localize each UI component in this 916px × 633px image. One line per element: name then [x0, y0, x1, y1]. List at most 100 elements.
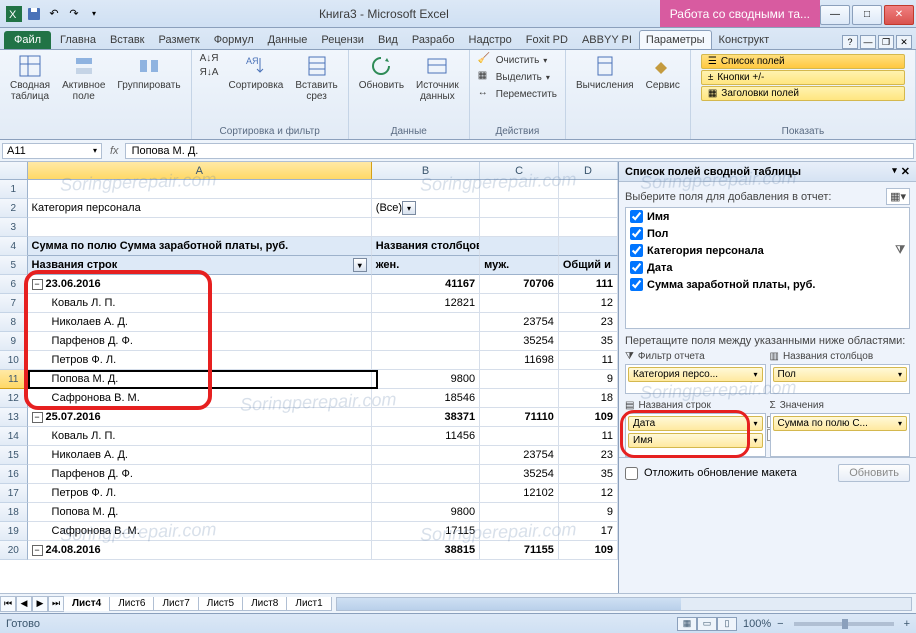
horizontal-scrollbar[interactable] — [336, 597, 912, 611]
cell[interactable]: −23.06.2016 — [28, 275, 372, 294]
cell[interactable] — [480, 427, 559, 446]
sheet-tab[interactable]: Лист6 — [109, 597, 154, 611]
row-header[interactable]: 12 — [0, 389, 28, 408]
slicer-button[interactable]: Вставить срез — [291, 52, 341, 104]
sheet-tab[interactable]: Лист7 — [153, 597, 198, 611]
field-list-dropdown[interactable]: ▾ — [892, 165, 897, 178]
buttons-toggle[interactable]: ±Кнопки +/- — [701, 70, 905, 85]
cell[interactable] — [480, 294, 559, 313]
sort-asc-button[interactable]: А↓Я — [198, 52, 221, 65]
sheet-nav-next[interactable]: ▶ — [32, 596, 48, 612]
cell[interactable]: муж. — [480, 256, 559, 275]
undo-icon[interactable]: ↶ — [46, 6, 62, 22]
cell[interactable] — [480, 237, 559, 256]
cell[interactable] — [372, 218, 480, 237]
field-item[interactable]: Категория персонала⧩ — [626, 242, 909, 259]
collapse-button[interactable]: − — [32, 545, 43, 556]
cell[interactable]: 11 — [559, 427, 618, 446]
tab-layout[interactable]: Разметк — [152, 30, 207, 49]
cell[interactable]: Названия столбцов▾ — [372, 237, 480, 256]
sheet-tab[interactable]: Лист4 — [63, 597, 110, 611]
cell[interactable]: 11698 — [480, 351, 559, 370]
cell[interactable]: Сафронова В. М. — [28, 522, 372, 541]
tab-abbyy[interactable]: ABBYY PI — [575, 30, 639, 49]
help-button[interactable]: ? — [842, 35, 858, 49]
collapse-button[interactable]: − — [32, 412, 43, 423]
cell[interactable]: Николаев А. Д. — [28, 313, 372, 332]
cell[interactable]: 12 — [559, 484, 618, 503]
cell[interactable]: 17 — [559, 522, 618, 541]
field-list-close[interactable]: ✕ — [901, 165, 910, 178]
sheet-nav-prev[interactable]: ◀ — [16, 596, 32, 612]
cell[interactable]: Сумма по полю Сумма заработной платы, ру… — [28, 237, 372, 256]
cell[interactable] — [480, 389, 559, 408]
row-header[interactable]: 9 — [0, 332, 28, 351]
active-field-button[interactable]: Активное поле — [58, 52, 109, 104]
cell[interactable]: Общий и — [559, 256, 618, 275]
row-header[interactable]: 15 — [0, 446, 28, 465]
cell[interactable] — [480, 522, 559, 541]
cell[interactable]: Попова М. Д. — [28, 503, 372, 522]
row-header[interactable]: 17 — [0, 484, 28, 503]
tab-pivot-options[interactable]: Параметры — [639, 30, 712, 49]
cell[interactable] — [480, 199, 559, 218]
cell[interactable]: 12821 — [372, 294, 480, 313]
row-header[interactable]: 14 — [0, 427, 28, 446]
row-header[interactable]: 8 — [0, 313, 28, 332]
sheet-nav-last[interactable]: ⏭ — [48, 596, 64, 612]
chip-filter[interactable]: Категория персо...▾ — [628, 367, 763, 382]
cell[interactable]: 109 — [559, 541, 618, 560]
cell[interactable] — [28, 218, 372, 237]
cell[interactable]: Сафронова В. М. — [28, 389, 372, 408]
tab-addins[interactable]: Надстро — [462, 30, 519, 49]
cell[interactable]: 35254 — [480, 332, 559, 351]
cell[interactable]: −25.07.2016 — [28, 408, 372, 427]
tools-button[interactable]: Сервис — [642, 52, 684, 93]
values-area[interactable]: ΣЗначения Сумма по полю С...▾ — [770, 398, 911, 457]
cell[interactable]: 18546 — [372, 389, 480, 408]
group-button[interactable]: Группировать — [113, 52, 184, 93]
zoom-in[interactable]: + — [904, 618, 910, 630]
row-header[interactable]: 5 — [0, 256, 28, 275]
cell[interactable]: 38371 — [372, 408, 480, 427]
minimize-button[interactable]: — — [820, 5, 850, 25]
cell[interactable] — [559, 237, 618, 256]
filter-button[interactable]: ▾ — [353, 258, 367, 272]
fx-icon[interactable]: fx — [104, 145, 125, 157]
field-item[interactable]: Дата — [626, 259, 909, 276]
mdi-minimize[interactable]: — — [860, 35, 876, 49]
cell[interactable]: 11 — [559, 351, 618, 370]
redo-icon[interactable]: ↷ — [66, 6, 82, 22]
cell[interactable]: 71155 — [480, 541, 559, 560]
cell[interactable]: 109 — [559, 408, 618, 427]
close-button[interactable]: ✕ — [884, 5, 914, 25]
data-source-button[interactable]: Источник данных — [412, 52, 463, 104]
cell[interactable]: 23 — [559, 446, 618, 465]
col-header-A[interactable]: A — [28, 162, 372, 179]
col-header-B[interactable]: B — [372, 162, 480, 179]
cell[interactable]: 35 — [559, 465, 618, 484]
field-checkbox[interactable] — [630, 227, 643, 240]
view-page-break[interactable]: ▯ — [717, 617, 737, 631]
cell[interactable]: 12102 — [480, 484, 559, 503]
tab-view[interactable]: Вид — [371, 30, 405, 49]
field-list-toggle[interactable]: ☰Список полей — [701, 54, 905, 69]
cell[interactable] — [480, 218, 559, 237]
col-header-C[interactable]: C — [480, 162, 559, 179]
chip-value[interactable]: Сумма по полю С...▾ — [773, 416, 908, 431]
clear-button[interactable]: 🧹Очистить ▾ — [476, 52, 559, 68]
cell[interactable]: Николаев А. Д. — [28, 446, 372, 465]
chip-row-name[interactable]: Имя▾ — [628, 433, 763, 448]
cell[interactable]: жен. — [372, 256, 480, 275]
cell[interactable]: 11456 — [372, 427, 480, 446]
zoom-out[interactable]: − — [777, 618, 783, 630]
mdi-restore[interactable]: ❐ — [878, 35, 894, 49]
save-icon[interactable] — [26, 6, 42, 22]
cell[interactable] — [372, 351, 480, 370]
field-item[interactable]: Имя — [626, 208, 909, 225]
cell[interactable]: Категория персонала — [28, 199, 372, 218]
defer-checkbox[interactable] — [625, 467, 638, 480]
cell[interactable]: 12 — [559, 294, 618, 313]
cell[interactable]: Коваль Л. П. — [28, 427, 372, 446]
cell[interactable]: −24.08.2016 — [28, 541, 372, 560]
